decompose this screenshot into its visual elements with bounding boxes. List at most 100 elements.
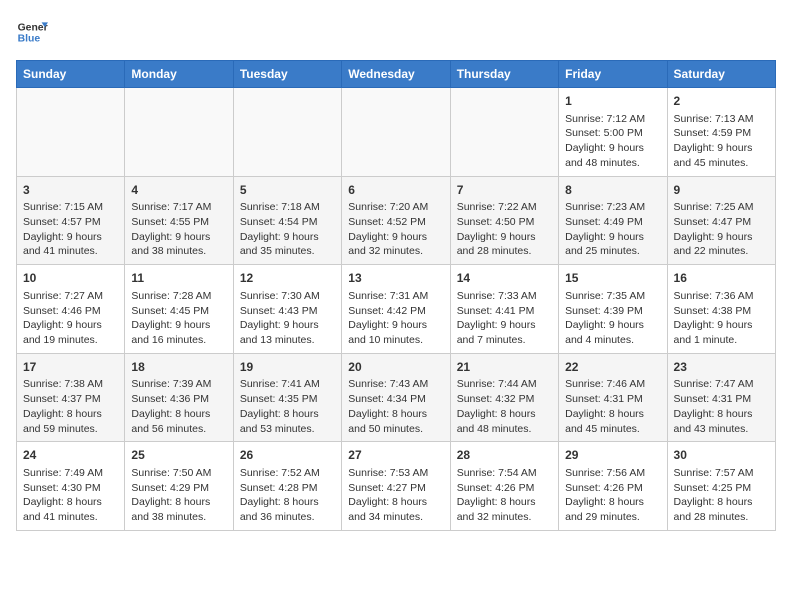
day-info: Sunrise: 7:15 AM Sunset: 4:57 PM Dayligh… bbox=[23, 200, 118, 259]
day-number: 7 bbox=[457, 182, 552, 199]
calendar-cell: 12 Sunrise: 7:30 AM Sunset: 4:43 PM Dayli… bbox=[233, 265, 341, 354]
day-info: Sunrise: 7:27 AM Sunset: 4:46 PM Dayligh… bbox=[23, 289, 118, 348]
calendar-cell: 29 Sunrise: 7:56 AM Sunset: 4:26 PM Dayli… bbox=[559, 442, 667, 531]
calendar-cell: 19Sunrise: 7:41 AM Sunset: 4:35 PM Dayli… bbox=[233, 353, 341, 442]
day-info: Sunrise: 7:18 AM Sunset: 4:54 PM Dayligh… bbox=[240, 200, 335, 259]
day-info: Sunrise: 7:30 AM Sunset: 4:43 PM Dayligh… bbox=[240, 289, 335, 348]
calendar-week-1: 1Sunrise: 7:12 AM Sunset: 5:00 PM Daylig… bbox=[17, 88, 776, 177]
day-number: 8 bbox=[565, 182, 660, 199]
weekday-header-saturday: Saturday bbox=[667, 61, 775, 88]
header: General Blue bbox=[16, 16, 776, 48]
calendar-cell: 17Sunrise: 7:38 AM Sunset: 4:37 PM Dayli… bbox=[17, 353, 125, 442]
day-number: 4 bbox=[131, 182, 226, 199]
calendar-cell: 28Sunrise: 7:54 AM Sunset: 4:26 PM Dayli… bbox=[450, 442, 558, 531]
day-number: 25 bbox=[131, 447, 226, 464]
day-info: Sunrise: 7:46 AM Sunset: 4:31 PM Dayligh… bbox=[565, 377, 660, 436]
day-info: Sunrise: 7:49 AM Sunset: 4:30 PM Dayligh… bbox=[23, 466, 118, 525]
day-number: 16 bbox=[674, 270, 769, 287]
day-number: 11 bbox=[131, 270, 226, 287]
calendar-cell: 11 Sunrise: 7:28 AM Sunset: 4:45 PM Dayli… bbox=[125, 265, 233, 354]
logo: General Blue bbox=[16, 16, 48, 48]
calendar-table: SundayMondayTuesdayWednesdayThursdayFrid… bbox=[16, 60, 776, 531]
day-info: Sunrise: 7:53 AM Sunset: 4:27 PM Dayligh… bbox=[348, 466, 443, 525]
day-info: Sunrise: 7:41 AM Sunset: 4:35 PM Dayligh… bbox=[240, 377, 335, 436]
calendar-week-5: 24 Sunrise: 7:49 AM Sunset: 4:30 PM Dayli… bbox=[17, 442, 776, 531]
calendar-cell: 6Sunrise: 7:20 AM Sunset: 4:52 PM Daylig… bbox=[342, 176, 450, 265]
day-info: Sunrise: 7:50 AM Sunset: 4:29 PM Dayligh… bbox=[131, 466, 226, 525]
day-number: 9 bbox=[674, 182, 769, 199]
day-number: 12 bbox=[240, 270, 335, 287]
day-number: 6 bbox=[348, 182, 443, 199]
day-info: Sunrise: 7:52 AM Sunset: 4:28 PM Dayligh… bbox=[240, 466, 335, 525]
calendar-week-2: 3Sunrise: 7:15 AM Sunset: 4:57 PM Daylig… bbox=[17, 176, 776, 265]
calendar-cell: 27 Sunrise: 7:53 AM Sunset: 4:27 PM Dayli… bbox=[342, 442, 450, 531]
calendar-cell: 26 Sunrise: 7:52 AM Sunset: 4:28 PM Dayli… bbox=[233, 442, 341, 531]
calendar-cell: 24 Sunrise: 7:49 AM Sunset: 4:30 PM Dayli… bbox=[17, 442, 125, 531]
calendar-cell: 30Sunrise: 7:57 AM Sunset: 4:25 PM Dayli… bbox=[667, 442, 775, 531]
day-number: 19 bbox=[240, 359, 335, 376]
day-info: Sunrise: 7:20 AM Sunset: 4:52 PM Dayligh… bbox=[348, 200, 443, 259]
weekday-header-wednesday: Wednesday bbox=[342, 61, 450, 88]
day-number: 13 bbox=[348, 270, 443, 287]
day-info: Sunrise: 7:22 AM Sunset: 4:50 PM Dayligh… bbox=[457, 200, 552, 259]
day-number: 20 bbox=[348, 359, 443, 376]
svg-text:Blue: Blue bbox=[18, 34, 41, 45]
calendar-cell: 25 Sunrise: 7:50 AM Sunset: 4:29 PM Dayli… bbox=[125, 442, 233, 531]
calendar-cell bbox=[342, 88, 450, 177]
weekday-header-row: SundayMondayTuesdayWednesdayThursdayFrid… bbox=[17, 61, 776, 88]
day-number: 26 bbox=[240, 447, 335, 464]
calendar-cell: 9Sunrise: 7:25 AM Sunset: 4:47 PM Daylig… bbox=[667, 176, 775, 265]
calendar-week-3: 10 Sunrise: 7:27 AM Sunset: 4:46 PM Dayli… bbox=[17, 265, 776, 354]
day-info: Sunrise: 7:39 AM Sunset: 4:36 PM Dayligh… bbox=[131, 377, 226, 436]
calendar-cell: 7Sunrise: 7:22 AM Sunset: 4:50 PM Daylig… bbox=[450, 176, 558, 265]
day-info: Sunrise: 7:47 AM Sunset: 4:31 PM Dayligh… bbox=[674, 377, 769, 436]
weekday-header-sunday: Sunday bbox=[17, 61, 125, 88]
weekday-header-tuesday: Tuesday bbox=[233, 61, 341, 88]
day-info: Sunrise: 7:12 AM Sunset: 5:00 PM Dayligh… bbox=[565, 112, 660, 171]
calendar-cell: 1Sunrise: 7:12 AM Sunset: 5:00 PM Daylig… bbox=[559, 88, 667, 177]
calendar-cell bbox=[17, 88, 125, 177]
calendar-cell: 16 Sunrise: 7:36 AM Sunset: 4:38 PM Dayli… bbox=[667, 265, 775, 354]
day-info: Sunrise: 7:35 AM Sunset: 4:39 PM Dayligh… bbox=[565, 289, 660, 348]
weekday-header-friday: Friday bbox=[559, 61, 667, 88]
day-number: 5 bbox=[240, 182, 335, 199]
day-info: Sunrise: 7:43 AM Sunset: 4:34 PM Dayligh… bbox=[348, 377, 443, 436]
day-number: 27 bbox=[348, 447, 443, 464]
calendar-cell: 2 Sunrise: 7:13 AM Sunset: 4:59 PM Daylig… bbox=[667, 88, 775, 177]
calendar-cell: 18Sunrise: 7:39 AM Sunset: 4:36 PM Dayli… bbox=[125, 353, 233, 442]
day-number: 3 bbox=[23, 182, 118, 199]
day-info: Sunrise: 7:23 AM Sunset: 4:49 PM Dayligh… bbox=[565, 200, 660, 259]
calendar-cell bbox=[233, 88, 341, 177]
day-info: Sunrise: 7:36 AM Sunset: 4:38 PM Dayligh… bbox=[674, 289, 769, 348]
day-number: 21 bbox=[457, 359, 552, 376]
calendar-cell: 4Sunrise: 7:17 AM Sunset: 4:55 PM Daylig… bbox=[125, 176, 233, 265]
calendar-cell bbox=[125, 88, 233, 177]
logo-icon: General Blue bbox=[16, 16, 48, 48]
day-number: 10 bbox=[23, 270, 118, 287]
day-number: 23 bbox=[674, 359, 769, 376]
calendar-cell: 15 Sunrise: 7:35 AM Sunset: 4:39 PM Dayli… bbox=[559, 265, 667, 354]
day-info: Sunrise: 7:28 AM Sunset: 4:45 PM Dayligh… bbox=[131, 289, 226, 348]
day-number: 15 bbox=[565, 270, 660, 287]
weekday-header-monday: Monday bbox=[125, 61, 233, 88]
day-info: Sunrise: 7:17 AM Sunset: 4:55 PM Dayligh… bbox=[131, 200, 226, 259]
day-number: 2 bbox=[674, 93, 769, 110]
day-info: Sunrise: 7:54 AM Sunset: 4:26 PM Dayligh… bbox=[457, 466, 552, 525]
day-info: Sunrise: 7:56 AM Sunset: 4:26 PM Dayligh… bbox=[565, 466, 660, 525]
day-number: 14 bbox=[457, 270, 552, 287]
day-info: Sunrise: 7:25 AM Sunset: 4:47 PM Dayligh… bbox=[674, 200, 769, 259]
day-info: Sunrise: 7:57 AM Sunset: 4:25 PM Dayligh… bbox=[674, 466, 769, 525]
day-info: Sunrise: 7:13 AM Sunset: 4:59 PM Dayligh… bbox=[674, 112, 769, 171]
calendar-cell: 14Sunrise: 7:33 AM Sunset: 4:41 PM Dayli… bbox=[450, 265, 558, 354]
day-number: 29 bbox=[565, 447, 660, 464]
calendar-cell: 13Sunrise: 7:31 AM Sunset: 4:42 PM Dayli… bbox=[342, 265, 450, 354]
calendar-cell bbox=[450, 88, 558, 177]
calendar-cell: 21Sunrise: 7:44 AM Sunset: 4:32 PM Dayli… bbox=[450, 353, 558, 442]
calendar-cell: 23Sunrise: 7:47 AM Sunset: 4:31 PM Dayli… bbox=[667, 353, 775, 442]
calendar-body: 1Sunrise: 7:12 AM Sunset: 5:00 PM Daylig… bbox=[17, 88, 776, 531]
calendar-cell: 22Sunrise: 7:46 AM Sunset: 4:31 PM Dayli… bbox=[559, 353, 667, 442]
calendar-cell: 8Sunrise: 7:23 AM Sunset: 4:49 PM Daylig… bbox=[559, 176, 667, 265]
day-number: 24 bbox=[23, 447, 118, 464]
calendar-week-4: 17Sunrise: 7:38 AM Sunset: 4:37 PM Dayli… bbox=[17, 353, 776, 442]
day-number: 18 bbox=[131, 359, 226, 376]
